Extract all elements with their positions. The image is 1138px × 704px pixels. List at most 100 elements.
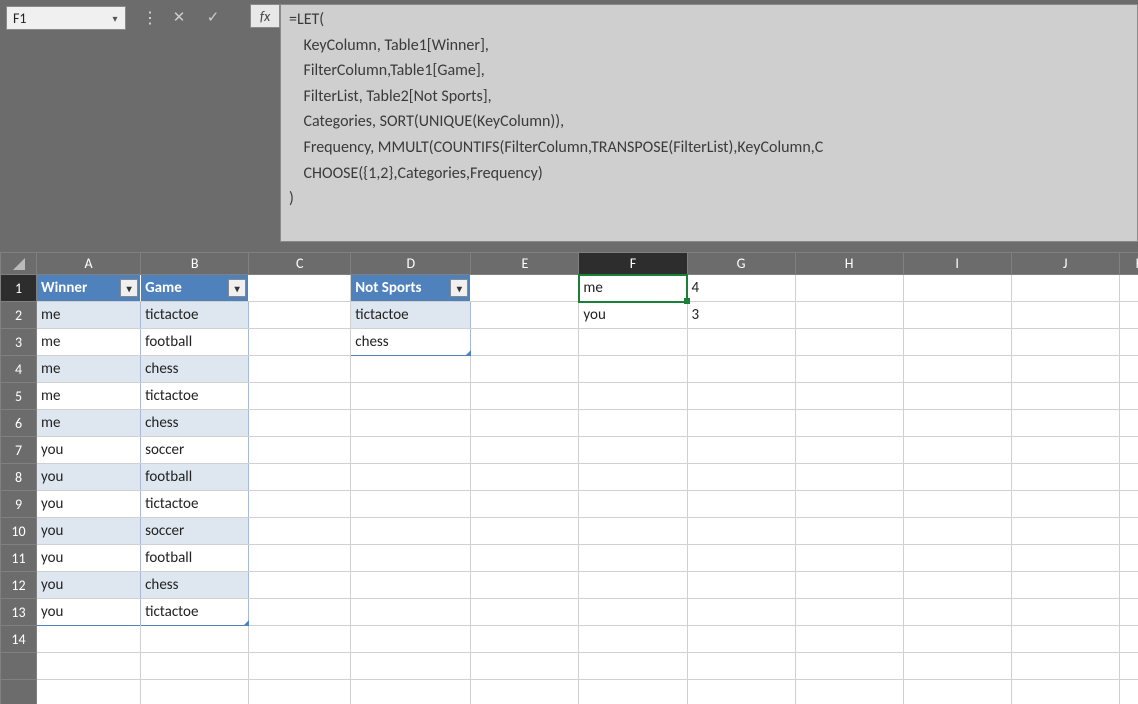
cell[interactable]	[579, 653, 687, 680]
cell-B12[interactable]: chess	[141, 572, 249, 599]
cell-B9[interactable]: tictactoe	[141, 491, 249, 518]
cell-I13[interactable]	[903, 599, 1011, 626]
cell-G14[interactable]	[687, 626, 795, 653]
cell-K12[interactable]	[1119, 572, 1138, 599]
cell-G4[interactable]	[687, 356, 795, 383]
cancel-formula-button[interactable]: ✕	[166, 6, 192, 28]
cell-H5[interactable]	[795, 383, 903, 410]
cell-F11[interactable]	[579, 545, 687, 572]
name-box[interactable]: F1 ▾	[6, 6, 126, 30]
vertical-dots-icon[interactable]: ⋮	[140, 4, 160, 28]
name-box-dropdown-icon[interactable]: ▾	[108, 11, 122, 25]
cell-C14[interactable]	[249, 626, 351, 653]
cell-G7[interactable]	[687, 437, 795, 464]
cell-J7[interactable]	[1011, 437, 1119, 464]
cell-F13[interactable]	[579, 599, 687, 626]
cell-A6[interactable]: me	[37, 410, 141, 437]
cell-A9[interactable]: you	[37, 491, 141, 518]
cell-D12[interactable]	[351, 572, 471, 599]
row-header-blank[interactable]	[1, 680, 37, 704]
row-header-1[interactable]: 1	[1, 275, 37, 302]
cell-F4[interactable]	[579, 356, 687, 383]
cell-H4[interactable]	[795, 356, 903, 383]
cell-F6[interactable]	[579, 410, 687, 437]
cell[interactable]	[37, 680, 141, 704]
cell-K6[interactable]	[1119, 410, 1138, 437]
cell-A14[interactable]	[37, 626, 141, 653]
cell-C10[interactable]	[249, 518, 351, 545]
cell-H10[interactable]	[795, 518, 903, 545]
cell-B3[interactable]: football	[141, 329, 249, 356]
cell-C4[interactable]	[249, 356, 351, 383]
cell-C1[interactable]	[249, 275, 351, 302]
cell-H6[interactable]	[795, 410, 903, 437]
cell-E5[interactable]	[471, 383, 579, 410]
filter-dropdown-icon[interactable]: ▾	[450, 279, 468, 297]
confirm-formula-button[interactable]: ✓	[200, 6, 226, 28]
cell-J10[interactable]	[1011, 518, 1119, 545]
cell[interactable]	[37, 653, 141, 680]
cell-I4[interactable]	[903, 356, 1011, 383]
cell-C5[interactable]	[249, 383, 351, 410]
cell-E8[interactable]	[471, 464, 579, 491]
cell[interactable]	[1011, 653, 1119, 680]
cell[interactable]	[249, 653, 351, 680]
cell[interactable]	[141, 680, 249, 704]
cell-K11[interactable]	[1119, 545, 1138, 572]
cell-F1[interactable]: me	[579, 275, 687, 302]
cell-I5[interactable]	[903, 383, 1011, 410]
row-header-5[interactable]: 5	[1, 383, 37, 410]
cell-G10[interactable]	[687, 518, 795, 545]
cell-B14[interactable]	[141, 626, 249, 653]
table1-header-game[interactable]: Game ▾	[141, 275, 249, 302]
cell-I8[interactable]	[903, 464, 1011, 491]
filter-dropdown-icon[interactable]: ▾	[120, 279, 138, 297]
cell-K1[interactable]	[1119, 275, 1138, 302]
cell-H3[interactable]	[795, 329, 903, 356]
cell-E13[interactable]	[471, 599, 579, 626]
cell-F5[interactable]	[579, 383, 687, 410]
cell-I10[interactable]	[903, 518, 1011, 545]
cell-D5[interactable]	[351, 383, 471, 410]
cell[interactable]	[579, 680, 687, 704]
col-header-J[interactable]: J	[1011, 253, 1119, 275]
cell-A12[interactable]: you	[37, 572, 141, 599]
cell-I14[interactable]	[903, 626, 1011, 653]
cell-J5[interactable]	[1011, 383, 1119, 410]
cell-H12[interactable]	[795, 572, 903, 599]
cell-J3[interactable]	[1011, 329, 1119, 356]
spreadsheet-grid[interactable]: A B C D E F G H I J K 1 Winner ▾ Game ▾	[0, 252, 1138, 704]
cell-C8[interactable]	[249, 464, 351, 491]
cell-D7[interactable]	[351, 437, 471, 464]
cell-J4[interactable]	[1011, 356, 1119, 383]
cell-F9[interactable]	[579, 491, 687, 518]
cell-I11[interactable]	[903, 545, 1011, 572]
row-header-blank[interactable]	[1, 653, 37, 680]
cell-F8[interactable]	[579, 464, 687, 491]
cell-H2[interactable]	[795, 302, 903, 329]
cell-I6[interactable]	[903, 410, 1011, 437]
cell-E14[interactable]	[471, 626, 579, 653]
cell[interactable]	[249, 680, 351, 704]
cell-B8[interactable]: football	[141, 464, 249, 491]
cell-K13[interactable]	[1119, 599, 1138, 626]
cell-G9[interactable]	[687, 491, 795, 518]
cell-B10[interactable]: soccer	[141, 518, 249, 545]
row-header-12[interactable]: 12	[1, 572, 37, 599]
row-header-6[interactable]: 6	[1, 410, 37, 437]
cell-J13[interactable]	[1011, 599, 1119, 626]
cell-A5[interactable]: me	[37, 383, 141, 410]
row-header-9[interactable]: 9	[1, 491, 37, 518]
cell-F14[interactable]	[579, 626, 687, 653]
cell-B6[interactable]: chess	[141, 410, 249, 437]
cell-A11[interactable]: you	[37, 545, 141, 572]
cell-K7[interactable]	[1119, 437, 1138, 464]
cell-D4[interactable]	[351, 356, 471, 383]
cell-I3[interactable]	[903, 329, 1011, 356]
cell-D8[interactable]	[351, 464, 471, 491]
cell-A2[interactable]: me	[37, 302, 141, 329]
row-header-2[interactable]: 2	[1, 302, 37, 329]
cell-I12[interactable]	[903, 572, 1011, 599]
cell-F12[interactable]	[579, 572, 687, 599]
cell-K14[interactable]	[1119, 626, 1138, 653]
